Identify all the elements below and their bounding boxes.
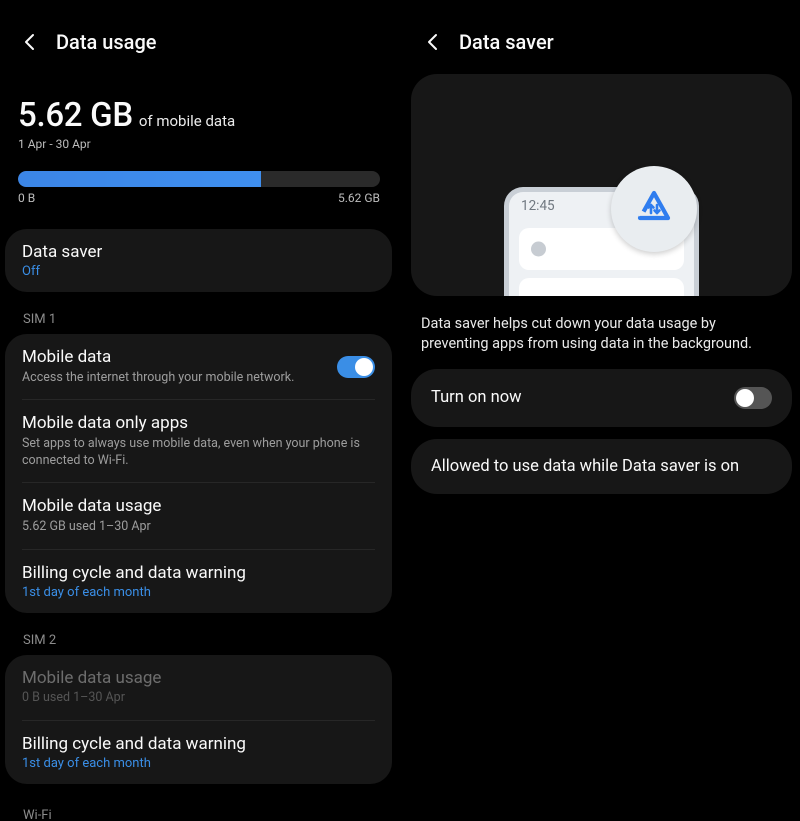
allowed-title: Allowed to use data while Data saver is … (431, 457, 739, 476)
back-button[interactable] (425, 31, 439, 53)
usage-period: 1 Apr - 30 Apr (18, 137, 379, 151)
mobile-data-sub: Access the internet through your mobile … (22, 370, 329, 387)
mobile-data-only-title: Mobile data only apps (22, 413, 375, 434)
dot-icon (531, 242, 546, 257)
header: Data usage (0, 0, 397, 66)
usage-value: 5.62 GB (18, 96, 133, 135)
phone-row (519, 278, 684, 296)
sim1-card: Mobile data Access the internet through … (5, 334, 392, 613)
page-title: Data usage (56, 30, 157, 54)
sim2-billing-cycle-link: 1st day of each month (22, 756, 375, 771)
mobile-data-usage-row[interactable]: Mobile data usage 5.62 GB used 1–30 Apr (5, 483, 392, 548)
billing-cycle-row[interactable]: Billing cycle and data warning 1st day o… (5, 550, 392, 613)
sim2-billing-cycle-title: Billing cycle and data warning (22, 734, 375, 755)
mobile-data-row[interactable]: Mobile data Access the internet through … (5, 334, 392, 399)
data-saver-screen: Data saver 12:45 Data saver helps cut do… (400, 0, 800, 821)
usage-suffix: of mobile data (139, 112, 235, 130)
mobile-data-title: Mobile data (22, 347, 329, 368)
section-sim2: SIM 2 (0, 627, 397, 655)
page-title: Data saver (459, 30, 554, 54)
turn-on-row[interactable]: Turn on now (411, 369, 792, 427)
chevron-left-icon (24, 33, 35, 51)
usage-summary: 5.62 GB of mobile data 1 Apr - 30 Apr (0, 66, 397, 159)
sim2-mobile-data-usage-title: Mobile data usage (22, 668, 375, 689)
sim2-card: Mobile data usage 0 B used 1–30 Apr Bill… (5, 655, 392, 784)
billing-cycle-title: Billing cycle and data warning (22, 563, 375, 584)
turn-on-title: Turn on now (431, 388, 522, 407)
allowed-card[interactable]: Allowed to use data while Data saver is … (411, 439, 792, 494)
sim2-mobile-data-usage-sub: 0 B used 1–30 Apr (22, 690, 375, 707)
billing-cycle-link: 1st day of each month (22, 585, 375, 600)
turn-on-card: Turn on now (411, 369, 792, 427)
section-sim1: SIM 1 (0, 306, 397, 334)
header: Data saver (403, 0, 800, 66)
mobile-data-only-row[interactable]: Mobile data only apps Set apps to always… (5, 400, 392, 482)
usage-bar-max: 5.62 GB (338, 191, 380, 205)
usage-bar-track (18, 171, 380, 187)
phone-clock: 12:45 (521, 198, 555, 214)
data-saver-status: Off (22, 264, 375, 279)
sim2-mobile-data-usage-row[interactable]: Mobile data usage 0 B used 1–30 Apr (5, 655, 392, 720)
mobile-data-only-sub: Set apps to always use mobile data, even… (22, 436, 375, 470)
chevron-left-icon (427, 33, 438, 51)
mobile-data-usage-sub: 5.62 GB used 1–30 Apr (22, 519, 375, 536)
turn-on-toggle[interactable] (734, 387, 772, 409)
mobile-data-toggle[interactable] (337, 356, 375, 378)
usage-bar: 0 B 5.62 GB (0, 171, 397, 205)
data-saver-card[interactable]: Data saver Off (5, 229, 392, 292)
usage-bar-min: 0 B (18, 191, 35, 205)
info-text: Data saver helps cut down your data usag… (403, 296, 800, 369)
data-saver-badge (611, 166, 697, 252)
section-wifi: Wi-Fi (0, 798, 397, 821)
sim2-billing-cycle-row[interactable]: Billing cycle and data warning 1st day o… (5, 721, 392, 784)
illustration-card: 12:45 (411, 74, 792, 296)
mobile-data-usage-title: Mobile data usage (22, 496, 375, 517)
data-saver-title: Data saver (22, 242, 375, 263)
usage-bar-fill (18, 171, 261, 187)
data-saver-icon (633, 188, 675, 230)
data-usage-screen: Data usage 5.62 GB of mobile data 1 Apr … (0, 0, 400, 821)
back-button[interactable] (22, 31, 36, 53)
